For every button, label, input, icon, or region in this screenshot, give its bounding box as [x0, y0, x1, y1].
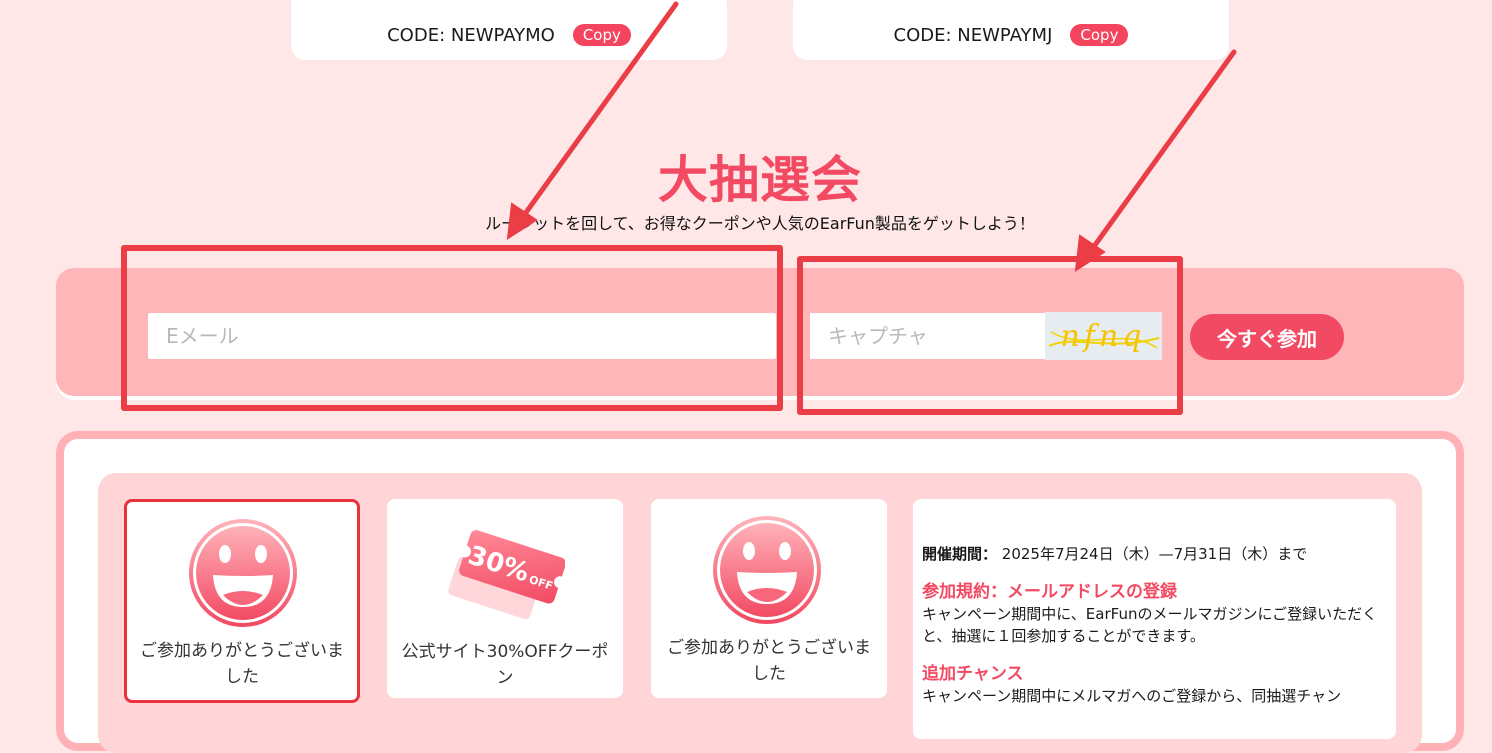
lottery-title: 大抽選会 — [658, 151, 862, 209]
copy-button[interactable]: Copy — [572, 24, 631, 46]
campaign-period: 開催期間： 2025年7月24日（木）—7月31日（木）まで — [922, 543, 1387, 565]
extra-chance-text: キャンペーン期間中にメルマガへのご登録から、同抽選チャン — [922, 687, 1342, 705]
lottery-subtitle: ルーレットを回して、お得なクーポンや人気のEarFun製品をゲットしよう！ — [485, 214, 1035, 233]
coupon-card-newpaymj: CODE: NEWPAYMJ Copy — [793, 0, 1229, 60]
smiley-face-icon — [713, 516, 821, 624]
period-value: 2025年7月24日（木）—7月31日（木）まで — [997, 545, 1308, 563]
copy-button[interactable]: Copy — [1070, 24, 1129, 46]
prize-tile: ご参加ありがとうございました — [124, 499, 360, 703]
campaign-info-panel: 開催期間： 2025年7月24日（木）—7月31日（木）まで 参加規約：メールア… — [913, 499, 1396, 739]
prize-label: ご参加ありがとうございました — [667, 638, 871, 684]
coupon-code: CODE: NEWPAYMO — [387, 24, 555, 46]
coupon-code: CODE: NEWPAYMJ — [893, 24, 1053, 46]
prize-label: ご参加ありがとうございました — [140, 641, 344, 687]
rule-text: キャンペーン期間中に、EarFunのメールマガジンにご登録いただくと、抽選に１回… — [922, 605, 1378, 645]
join-now-button[interactable]: 今すぐ参加 — [1190, 314, 1344, 360]
prize-tile: ご参加ありがとうございました — [651, 499, 887, 698]
coupon-card-newpaymo: CODE: NEWPAYMO Copy — [291, 0, 727, 60]
highlight-email-box — [121, 245, 783, 411]
prize-label: 公式サイト30%OFFクーポン — [401, 642, 609, 688]
rule-title: 参加規約：メールアドレスの登録 — [922, 582, 1177, 602]
period-label: 開催期間： — [922, 545, 998, 563]
highlight-captcha-box — [797, 256, 1183, 415]
extra-chance-title: 追加チャンス — [922, 664, 1024, 684]
discount-coupon-icon: 30% OFF — [448, 530, 565, 620]
prize-tile: 30% OFF 公式サイト30%OFFクーポン — [387, 499, 623, 698]
smiley-face-icon — [189, 519, 297, 627]
